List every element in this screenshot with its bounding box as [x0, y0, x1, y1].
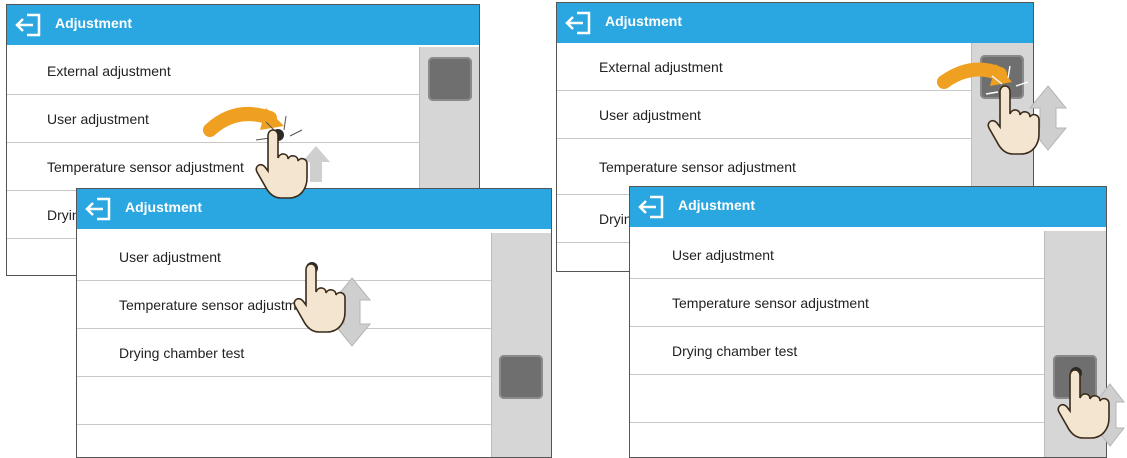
title-bar: Adjustment: [557, 3, 1033, 43]
menu-list: User adjustment Temperature sensor adjus…: [77, 233, 491, 457]
back-arrow-icon[interactable]: [83, 195, 113, 223]
list-item[interactable]: Drying chamber test: [630, 327, 1044, 375]
title-bar: Adjustment: [630, 187, 1106, 227]
back-arrow-icon[interactable]: [636, 193, 666, 221]
list-item[interactable]: Temperature sensor adjustment: [7, 143, 419, 191]
scroll-thumb[interactable]: [428, 57, 472, 101]
left-front-window: Adjustment User adjustment Temperature s…: [76, 188, 552, 458]
back-arrow-icon[interactable]: [13, 11, 43, 39]
window-title: Adjustment: [55, 15, 132, 31]
list-item[interactable]: User adjustment: [630, 231, 1044, 279]
list-item[interactable]: User adjustment: [7, 95, 419, 143]
list-item[interactable]: [77, 425, 491, 457]
scrollbar[interactable]: [491, 233, 551, 457]
list-item[interactable]: User adjustment: [557, 91, 971, 139]
list-item[interactable]: Temperature sensor adjustment: [77, 281, 491, 329]
title-bar: Adjustment: [77, 189, 551, 229]
back-arrow-icon[interactable]: [563, 9, 593, 37]
scroll-thumb[interactable]: [499, 355, 543, 399]
menu-list: User adjustment Temperature sensor adjus…: [630, 231, 1044, 457]
list-item[interactable]: [630, 375, 1044, 423]
window-title: Adjustment: [605, 13, 682, 29]
list-item[interactable]: Temperature sensor adjustment: [630, 279, 1044, 327]
up-down-arrow-icon: [1028, 85, 1068, 151]
window-title: Adjustment: [678, 197, 755, 213]
window-title: Adjustment: [125, 199, 202, 215]
scroll-thumb[interactable]: [980, 55, 1024, 99]
scroll-thumb[interactable]: [1053, 355, 1097, 399]
title-bar: Adjustment: [7, 5, 479, 45]
right-front-window: Adjustment User adjustment Temperature s…: [629, 186, 1107, 458]
list-item[interactable]: External adjustment: [7, 47, 419, 95]
list-item[interactable]: [77, 377, 491, 425]
scrollbar[interactable]: [1044, 231, 1106, 457]
list-item[interactable]: Drying chamber test: [77, 329, 491, 377]
list-item[interactable]: User adjustment: [77, 233, 491, 281]
list-item[interactable]: [630, 423, 1044, 457]
list-item[interactable]: External adjustment: [557, 43, 971, 91]
